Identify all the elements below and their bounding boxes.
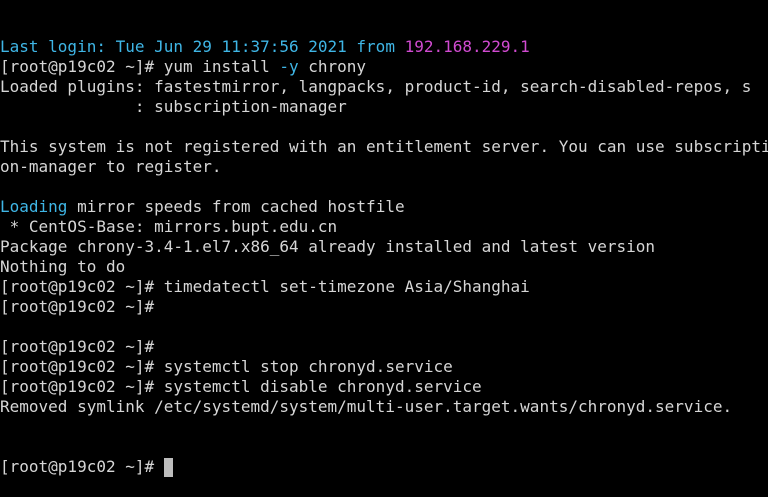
- terminal-window[interactable]: Last login: Tue Jun 29 11:37:56 2021 fro…: [0, 0, 768, 497]
- terminal-text: [root@p19c02 ~]#: [0, 337, 155, 356]
- terminal-text: [root@p19c02 ~]# systemctl disable chron…: [0, 377, 482, 396]
- terminal-text: [root@p19c02 ~]#: [0, 297, 155, 316]
- terminal-line: [root@p19c02 ~]# yum install -y chrony: [0, 57, 768, 77]
- terminal-text: -y: [279, 57, 299, 76]
- terminal-line: [root@p19c02 ~]# timedatectl set-timezon…: [0, 277, 768, 297]
- terminal-text: Last login: Tue Jun 29 11:37:56 2021 fro…: [0, 37, 405, 56]
- terminal-text: [root@p19c02 ~]# timedatectl set-timezon…: [0, 277, 530, 296]
- terminal-output: Last login: Tue Jun 29 11:37:56 2021 fro…: [0, 37, 768, 417]
- terminal-line: Loading mirror speeds from cached hostfi…: [0, 197, 768, 217]
- prompt-text: [root@p19c02 ~]#: [0, 457, 164, 476]
- terminal-text: Nothing to do: [0, 257, 126, 276]
- terminal-text: [root@p19c02 ~]# systemctl stop chronyd.…: [0, 357, 453, 376]
- terminal-text: : subscription-manager: [0, 97, 347, 116]
- terminal-line: [root@p19c02 ~]# systemctl disable chron…: [0, 377, 768, 397]
- terminal-text: Loaded plugins: fastestmirror, langpacks…: [0, 77, 752, 96]
- terminal-text: on-manager to register.: [0, 157, 222, 176]
- terminal-line: This system is not registered with an en…: [0, 137, 768, 157]
- cursor-icon: [163, 458, 173, 477]
- terminal-line: Nothing to do: [0, 257, 768, 277]
- terminal-text: 192.168.229.1: [404, 37, 530, 56]
- terminal-text: mirror speeds from cached hostfile: [67, 197, 405, 216]
- terminal-line: on-manager to register.: [0, 157, 768, 177]
- terminal-text: [root@p19c02 ~]# yum install: [0, 57, 280, 76]
- terminal-line: Removed symlink /etc/systemd/system/mult…: [0, 397, 768, 417]
- terminal-line: * CentOS-Base: mirrors.bupt.edu.cn: [0, 217, 768, 237]
- terminal-text: This system is not registered with an en…: [0, 137, 768, 156]
- terminal-text: * CentOS-Base: mirrors.bupt.edu.cn: [0, 217, 338, 236]
- terminal-text: Package chrony-3.4-1.el7.x86_64 already …: [0, 237, 656, 256]
- terminal-line: [root@p19c02 ~]#: [0, 337, 768, 357]
- terminal-line: [root@p19c02 ~]#: [0, 297, 768, 317]
- terminal-text: Removed symlink /etc/systemd/system/mult…: [0, 397, 733, 416]
- terminal-line: : subscription-manager: [0, 97, 768, 117]
- terminal-line: Loaded plugins: fastestmirror, langpacks…: [0, 77, 768, 97]
- terminal-line: Package chrony-3.4-1.el7.x86_64 already …: [0, 237, 768, 257]
- terminal-line: Last login: Tue Jun 29 11:37:56 2021 fro…: [0, 37, 768, 57]
- terminal-text: Loading: [0, 197, 68, 216]
- terminal-text: chrony: [298, 57, 367, 76]
- terminal-line: [root@p19c02 ~]# systemctl stop chronyd.…: [0, 357, 768, 377]
- terminal-prompt-line[interactable]: [root@p19c02 ~]#: [0, 457, 768, 477]
